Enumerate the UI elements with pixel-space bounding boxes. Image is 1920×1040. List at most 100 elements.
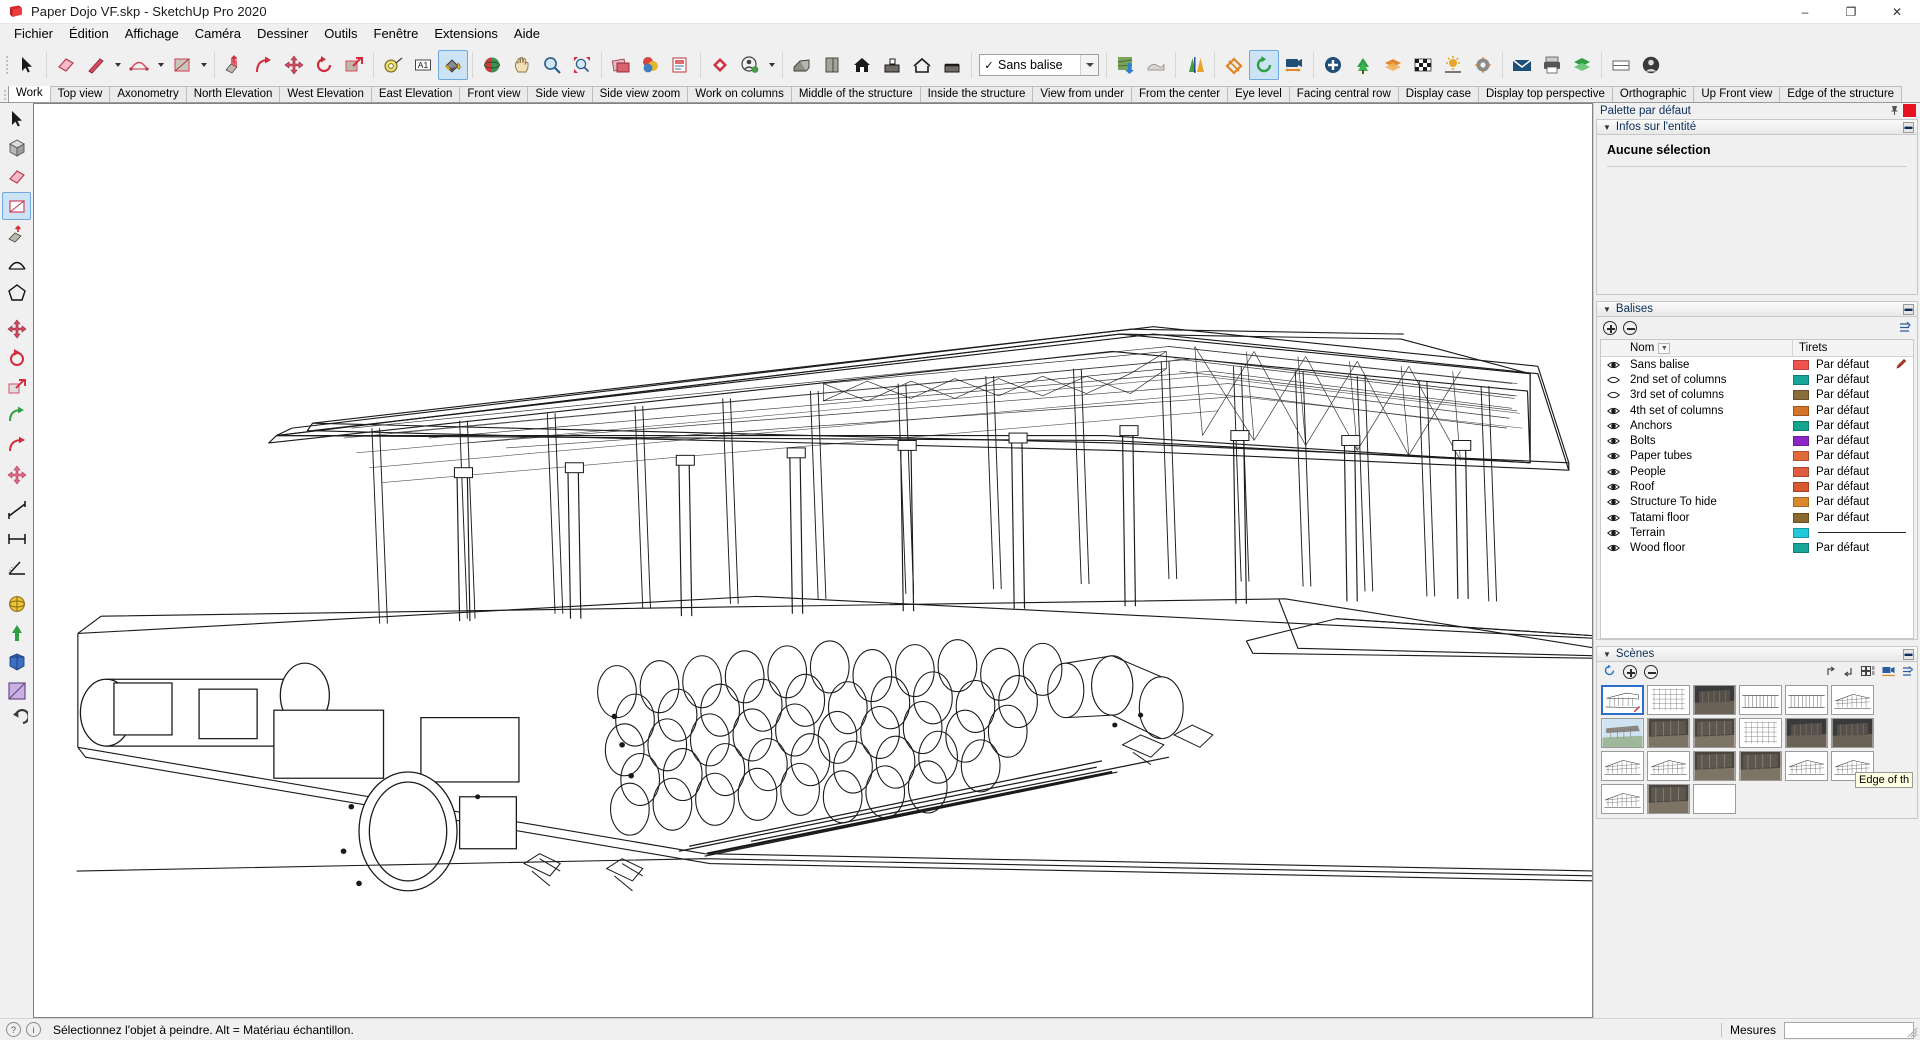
- front-view-button[interactable]: [847, 50, 877, 80]
- balise-dash-cell[interactable]: Par défaut: [1793, 435, 1913, 447]
- model-viewport[interactable]: [33, 103, 1593, 1018]
- push-pull-left-button[interactable]: [2, 221, 31, 249]
- dimension-style-icon[interactable]: [1606, 50, 1636, 80]
- scene-thumbnail[interactable]: [1785, 718, 1828, 748]
- add-scene-button[interactable]: [1318, 50, 1348, 80]
- follow-me-left-button[interactable]: [2, 431, 31, 459]
- balise-row[interactable]: Structure To hide Par défaut: [1601, 495, 1913, 510]
- balise-row[interactable]: Tatami floor Par défaut: [1601, 510, 1913, 525]
- scene-thumbnail[interactable]: [1647, 685, 1690, 715]
- col-name[interactable]: Nom ▼: [1625, 339, 1793, 357]
- balise-color-swatch[interactable]: [1793, 359, 1809, 370]
- scene-tab-top-view[interactable]: Top view: [49, 86, 111, 102]
- orbit-left-button[interactable]: [2, 590, 31, 618]
- position-camera-left-button[interactable]: [2, 619, 31, 647]
- scene-tab-work-on-columns[interactable]: Work on columns: [687, 86, 792, 102]
- balise-row[interactable]: 2nd set of columns Par défaut: [1601, 372, 1913, 387]
- pink-move-left-button[interactable]: [2, 460, 31, 488]
- balise-color-swatch[interactable]: [1793, 497, 1809, 508]
- balise-dash-cell[interactable]: Par défaut: [1793, 420, 1913, 432]
- scene-tab-side-view-zoom[interactable]: Side view zoom: [591, 86, 689, 102]
- balise-dash-cell[interactable]: Par défaut: [1793, 542, 1913, 554]
- zoom-tool-button[interactable]: [537, 50, 567, 80]
- scene-tab-middle-of-the-structure[interactable]: Middle of the structure: [790, 86, 921, 102]
- arc-left-button[interactable]: [2, 250, 31, 278]
- remove-scene-panel-button[interactable]: [1644, 665, 1658, 679]
- info-icon[interactable]: i: [26, 1022, 41, 1037]
- balise-dash-cell[interactable]: Par défaut: [1793, 496, 1913, 508]
- sandbox-button[interactable]: [1219, 50, 1249, 80]
- rectangle-tool-button[interactable]: [167, 50, 197, 80]
- balise-color-swatch[interactable]: [1793, 451, 1809, 462]
- plant-button[interactable]: [1348, 50, 1378, 80]
- refresh-model-button[interactable]: [1249, 50, 1279, 80]
- eye-visible-icon[interactable]: [1601, 436, 1625, 446]
- scene-thumbnail[interactable]: [1739, 751, 1782, 781]
- component-tool-button[interactable]: [606, 50, 636, 80]
- tape-measure-tool-button[interactable]: [378, 50, 408, 80]
- balise-dash-cell[interactable]: Par défaut: [1793, 374, 1913, 386]
- scene-options-icon[interactable]: [1902, 665, 1914, 680]
- scene-tab-side-view[interactable]: Side view: [527, 86, 593, 102]
- scene-thumbnail-grid[interactable]: [1597, 682, 1917, 818]
- menu-outils[interactable]: Outils: [316, 24, 365, 44]
- balise-row[interactable]: Terrain: [1601, 525, 1913, 540]
- scale-left-button[interactable]: [2, 373, 31, 401]
- pan-tool-button[interactable]: [507, 50, 537, 80]
- balise-color-swatch[interactable]: [1793, 466, 1809, 477]
- animation-button[interactable]: [1279, 50, 1309, 80]
- tag-details-icon[interactable]: [1898, 321, 1911, 334]
- styles-tool-button[interactable]: [666, 50, 696, 80]
- eye-visible-icon[interactable]: [1601, 497, 1625, 507]
- scene-thumbnail[interactable]: [1601, 718, 1644, 748]
- scene-tab-north-elevation[interactable]: North Elevation: [185, 86, 281, 102]
- caret-down-icon[interactable]: ▼: [1603, 123, 1611, 132]
- scene-thumbnail[interactable]: [1785, 685, 1828, 715]
- stack-icon[interactable]: [1567, 50, 1597, 80]
- zoom-extents-tool-button[interactable]: [567, 50, 597, 80]
- scene-thumbnail[interactable]: [1647, 784, 1690, 814]
- scene-tab-eye-level[interactable]: Eye level: [1227, 86, 1290, 102]
- balise-row[interactable]: Wood floor Par défaut: [1601, 541, 1913, 556]
- rectangle-left-button[interactable]: [2, 192, 31, 220]
- eye-visible-icon[interactable]: [1601, 360, 1625, 370]
- eye-visible-icon[interactable]: [1601, 543, 1625, 553]
- balise-row[interactable]: Anchors Par défaut: [1601, 418, 1913, 433]
- balise-dash-cell[interactable]: Par défaut: [1793, 405, 1913, 417]
- eraser-left-button[interactable]: [2, 163, 31, 191]
- balise-color-swatch[interactable]: [1793, 527, 1809, 538]
- scene-thumbnail[interactable]: [1693, 784, 1736, 814]
- sun-shadow-button[interactable]: [1438, 50, 1468, 80]
- balise-color-swatch[interactable]: [1793, 390, 1809, 401]
- scene-thumbnail[interactable]: [1693, 718, 1736, 748]
- balise-dash-cell[interactable]: Par défaut: [1793, 389, 1913, 401]
- move-scene-up-icon[interactable]: [1825, 665, 1836, 680]
- tag-selector[interactable]: ✓ Sans balise: [979, 54, 1099, 76]
- terrain-button[interactable]: [1141, 50, 1171, 80]
- account-tool-button[interactable]: [735, 50, 765, 80]
- balises-minimize-icon[interactable]: ▬: [1903, 303, 1914, 315]
- toolbar-grip[interactable]: [3, 51, 10, 79]
- scene-tab-display-top-perspective[interactable]: Display top perspective: [1477, 86, 1613, 102]
- menu-fichier[interactable]: Fichier: [6, 24, 61, 44]
- caret-down-icon[interactable]: ▼: [1603, 650, 1611, 659]
- eye-visible-icon[interactable]: [1601, 513, 1625, 523]
- select-tool-left-button[interactable]: [2, 105, 31, 133]
- eye-visible-icon[interactable]: [1601, 406, 1625, 416]
- grid-view-icon[interactable]: [1861, 665, 1875, 680]
- scene-thumbnail[interactable]: [1739, 718, 1782, 748]
- scene-thumbnail[interactable]: [1785, 751, 1828, 781]
- rotate-left-button[interactable]: [2, 344, 31, 372]
- eye-hidden-icon[interactable]: [1601, 375, 1625, 385]
- eye-visible-icon[interactable]: [1601, 451, 1625, 461]
- mail-icon[interactable]: [1507, 50, 1537, 80]
- add-tag-button[interactable]: [1603, 321, 1617, 335]
- scene-thumbnail[interactable]: [1601, 751, 1644, 781]
- balise-color-swatch[interactable]: [1793, 405, 1809, 416]
- eye-hidden-icon[interactable]: [1601, 390, 1625, 400]
- scene-tab-facing-central-row[interactable]: Facing central row: [1288, 86, 1399, 102]
- print-icon[interactable]: [1537, 50, 1567, 80]
- minimize-button[interactable]: –: [1782, 0, 1828, 24]
- maximize-button[interactable]: ❐: [1828, 0, 1874, 24]
- orbit-tool-button[interactable]: [477, 50, 507, 80]
